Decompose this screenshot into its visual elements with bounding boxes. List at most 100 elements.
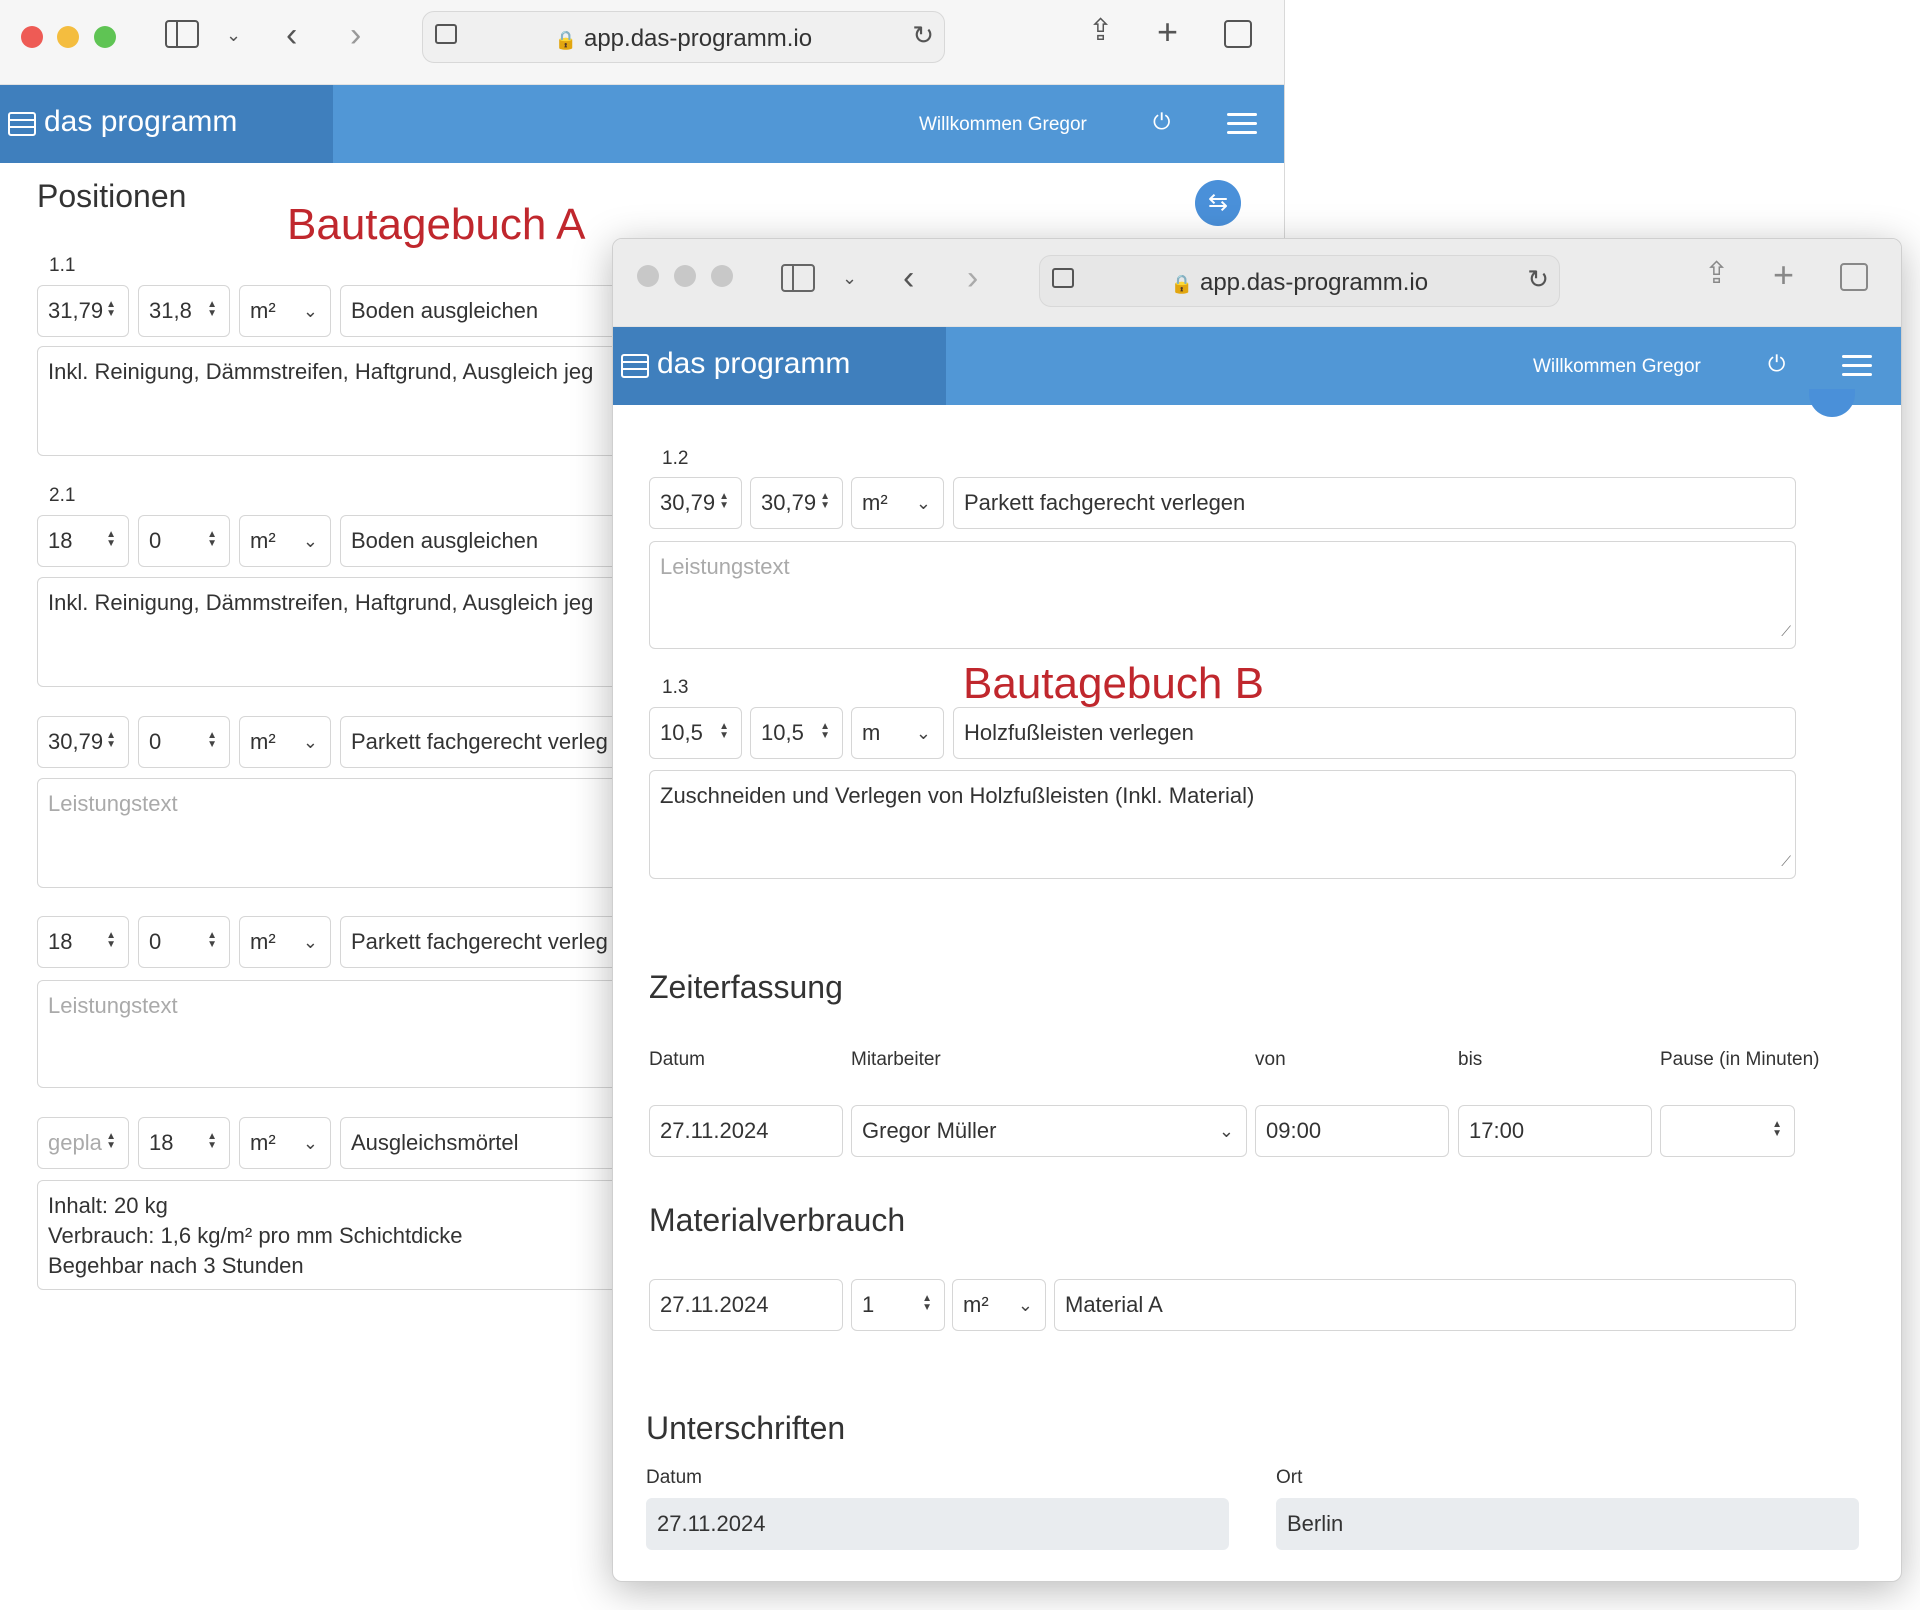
pause-input[interactable]: ▲ ▼ — [1660, 1105, 1795, 1157]
field-label: Ort — [1276, 1467, 1303, 1488]
material-date-input[interactable]: 27.11.2024 — [649, 1279, 843, 1331]
unit-select[interactable]: m² ⌄ — [239, 716, 331, 768]
quantity-actual-input[interactable]: 18 ▲ ▼ — [138, 1117, 230, 1169]
position-text-area[interactable]: Inhalt: 20 kg Verbrauch: 1,6 kg/m² pro m… — [37, 1180, 637, 1290]
quantity-planned-input[interactable]: 10,5 ▲ ▼ — [649, 707, 742, 759]
column-label: Datum — [649, 1049, 705, 1070]
position-text-area[interactable]: Zuschneiden und Verlegen von Holzfußleis… — [649, 770, 1796, 879]
quantity-actual-input[interactable]: 31,8 ▲ ▼ — [138, 285, 230, 337]
reload-icon[interactable]: ↻ — [1527, 266, 1549, 292]
brand-title: das programm — [44, 105, 238, 138]
position-title-input[interactable]: Boden ausgleichen — [340, 285, 640, 337]
field-label: Datum — [646, 1467, 702, 1488]
zoom-window-button[interactable] — [94, 26, 116, 48]
sync-icon[interactable] — [1809, 389, 1855, 417]
column-label: von — [1255, 1049, 1286, 1070]
tabs-overview-icon[interactable] — [1840, 263, 1868, 291]
position-title-input[interactable]: Parkett fachgerecht verlegen — [953, 477, 1796, 529]
back-icon[interactable]: ‹ — [286, 18, 297, 52]
position-title-input[interactable]: Ausgleichsmörtel — [340, 1117, 640, 1169]
position-text-area[interactable]: Leistungstext — [37, 778, 637, 888]
forward-icon[interactable]: › — [350, 18, 361, 52]
position-number: 2.1 — [49, 485, 76, 506]
minimize-window-button[interactable] — [674, 265, 696, 287]
position-title-input[interactable]: Holzfußleisten verlegen — [953, 707, 1796, 759]
quantity-actual-input[interactable]: 10,5 ▲ ▼ — [750, 707, 843, 759]
position-text-area[interactable]: Leistungstext — [37, 980, 637, 1088]
quantity-actual-input[interactable]: 0 ▲ ▼ — [138, 916, 230, 968]
position-text-area[interactable]: Inkl. Reinigung, Dämmstreifen, Haftgrund… — [37, 577, 637, 687]
share-icon[interactable]: ⇪ — [1088, 16, 1113, 46]
unit-select[interactable]: m ⌄ — [851, 707, 944, 759]
section-heading-time: Zeiterfassung — [649, 969, 843, 1005]
forward-icon[interactable]: › — [967, 261, 978, 295]
position-title-input[interactable]: Boden ausgleichen — [340, 515, 640, 567]
quantity-planned-input[interactable]: 18 ▲ ▼ — [37, 515, 129, 567]
brand[interactable]: das programm — [613, 327, 946, 405]
section-heading-signatures: Unterschriften — [646, 1410, 846, 1446]
unit-select[interactable]: m² ⌄ — [239, 1117, 331, 1169]
position-title-input[interactable]: Parkett fachgerecht verleg — [340, 716, 640, 768]
address-bar[interactable]: 🔒 app.das-programm.io ↻ — [422, 11, 945, 63]
employee-select[interactable]: Gregor Müller ⌄ — [851, 1105, 1247, 1157]
power-icon[interactable]: ⏻ — [1768, 351, 1785, 377]
minimize-window-button[interactable] — [57, 26, 79, 48]
text-line: Inhalt: 20 kg — [48, 1193, 168, 1218]
signature-date-field: 27.11.2024 — [646, 1498, 1229, 1550]
quantity-planned-input[interactable]: 30,79 ▲ ▼ — [649, 477, 742, 529]
zoom-window-button[interactable] — [711, 265, 733, 287]
position-title-input[interactable]: Parkett fachgerecht verleg — [340, 916, 640, 968]
text-line: Begehbar nach 3 Stunden — [48, 1253, 304, 1278]
sidebar-icon[interactable] — [781, 264, 815, 292]
quantity-actual-input[interactable]: 0 ▲ ▼ — [138, 716, 230, 768]
unit-select[interactable]: m² ⌄ — [851, 477, 944, 529]
reload-icon[interactable]: ↻ — [912, 22, 934, 48]
welcome-text: Willkommen Gregor — [1533, 356, 1701, 377]
back-icon[interactable]: ‹ — [903, 261, 914, 295]
quantity-planned-input[interactable]: 31,79 ▲ ▼ — [37, 285, 129, 337]
power-icon[interactable]: ⏻ — [1153, 109, 1170, 135]
quantity-planned-input[interactable]: 30,79 ▲ ▼ — [37, 716, 129, 768]
material-name-input[interactable]: Material A — [1054, 1279, 1796, 1331]
close-window-button[interactable] — [637, 265, 659, 287]
database-icon — [621, 354, 649, 378]
unit-select[interactable]: m² ⌄ — [239, 515, 331, 567]
brand[interactable]: das programm — [0, 85, 333, 163]
sidebar-icon[interactable] — [165, 20, 199, 48]
browser-toolbar: ⌄ ‹ › 🔒 app.das-programm.io ↻ ⇪ + — [613, 239, 1901, 327]
quantity-planned-input[interactable]: 18 ▲ ▼ — [37, 916, 129, 968]
column-label: Pause (in Minuten) — [1660, 1049, 1820, 1070]
unit-select[interactable]: m² ⌄ — [239, 916, 331, 968]
material-unit-select[interactable]: m² ⌄ — [952, 1279, 1046, 1331]
position-text-area[interactable]: Leistungstext ⟋ — [649, 541, 1796, 649]
date-input[interactable]: 27.11.2024 — [649, 1105, 843, 1157]
quantity-actual-input[interactable]: 30,79 ▲ ▼ — [750, 477, 843, 529]
time-from-input[interactable]: 09:00 — [1255, 1105, 1449, 1157]
position-text-area[interactable]: Inkl. Reinigung, Dämmstreifen, Haftgrund… — [37, 346, 637, 456]
tabs-overview-icon[interactable] — [1224, 20, 1252, 48]
unit-select[interactable]: m² ⌄ — [239, 285, 331, 337]
chevron-down-icon[interactable]: ⌄ — [842, 269, 857, 287]
position-number: 1.2 — [662, 448, 689, 469]
close-window-button[interactable] — [21, 26, 43, 48]
url-text: app.das-programm.io — [1199, 269, 1429, 296]
share-icon[interactable]: ⇪ — [1704, 259, 1729, 289]
app-header: das programm Willkommen Gregor ⏻ — [0, 85, 1284, 163]
quantity-actual-input[interactable]: 0 ▲ ▼ — [138, 515, 230, 567]
material-quantity-input[interactable]: 1 ▲ ▼ — [851, 1279, 945, 1331]
menu-icon[interactable] — [1842, 355, 1872, 377]
column-label: bis — [1458, 1049, 1483, 1070]
welcome-text: Willkommen Gregor — [919, 114, 1087, 135]
lock-icon: 🔒 — [554, 30, 578, 50]
sync-icon[interactable]: ⇆ — [1195, 180, 1241, 226]
new-tab-icon[interactable]: + — [1773, 257, 1794, 293]
quantity-planned-input[interactable]: gepla ▲ ▼ — [37, 1117, 129, 1169]
time-to-input[interactable]: 17:00 — [1458, 1105, 1652, 1157]
chevron-down-icon[interactable]: ⌄ — [226, 26, 241, 44]
address-bar[interactable]: 🔒 app.das-programm.io ↻ — [1039, 255, 1560, 307]
new-tab-icon[interactable]: + — [1157, 14, 1178, 50]
database-icon — [8, 112, 36, 136]
annotation-label: Bautagebuch A — [287, 200, 586, 249]
position-number: 1.3 — [662, 677, 689, 698]
menu-icon[interactable] — [1227, 113, 1257, 135]
